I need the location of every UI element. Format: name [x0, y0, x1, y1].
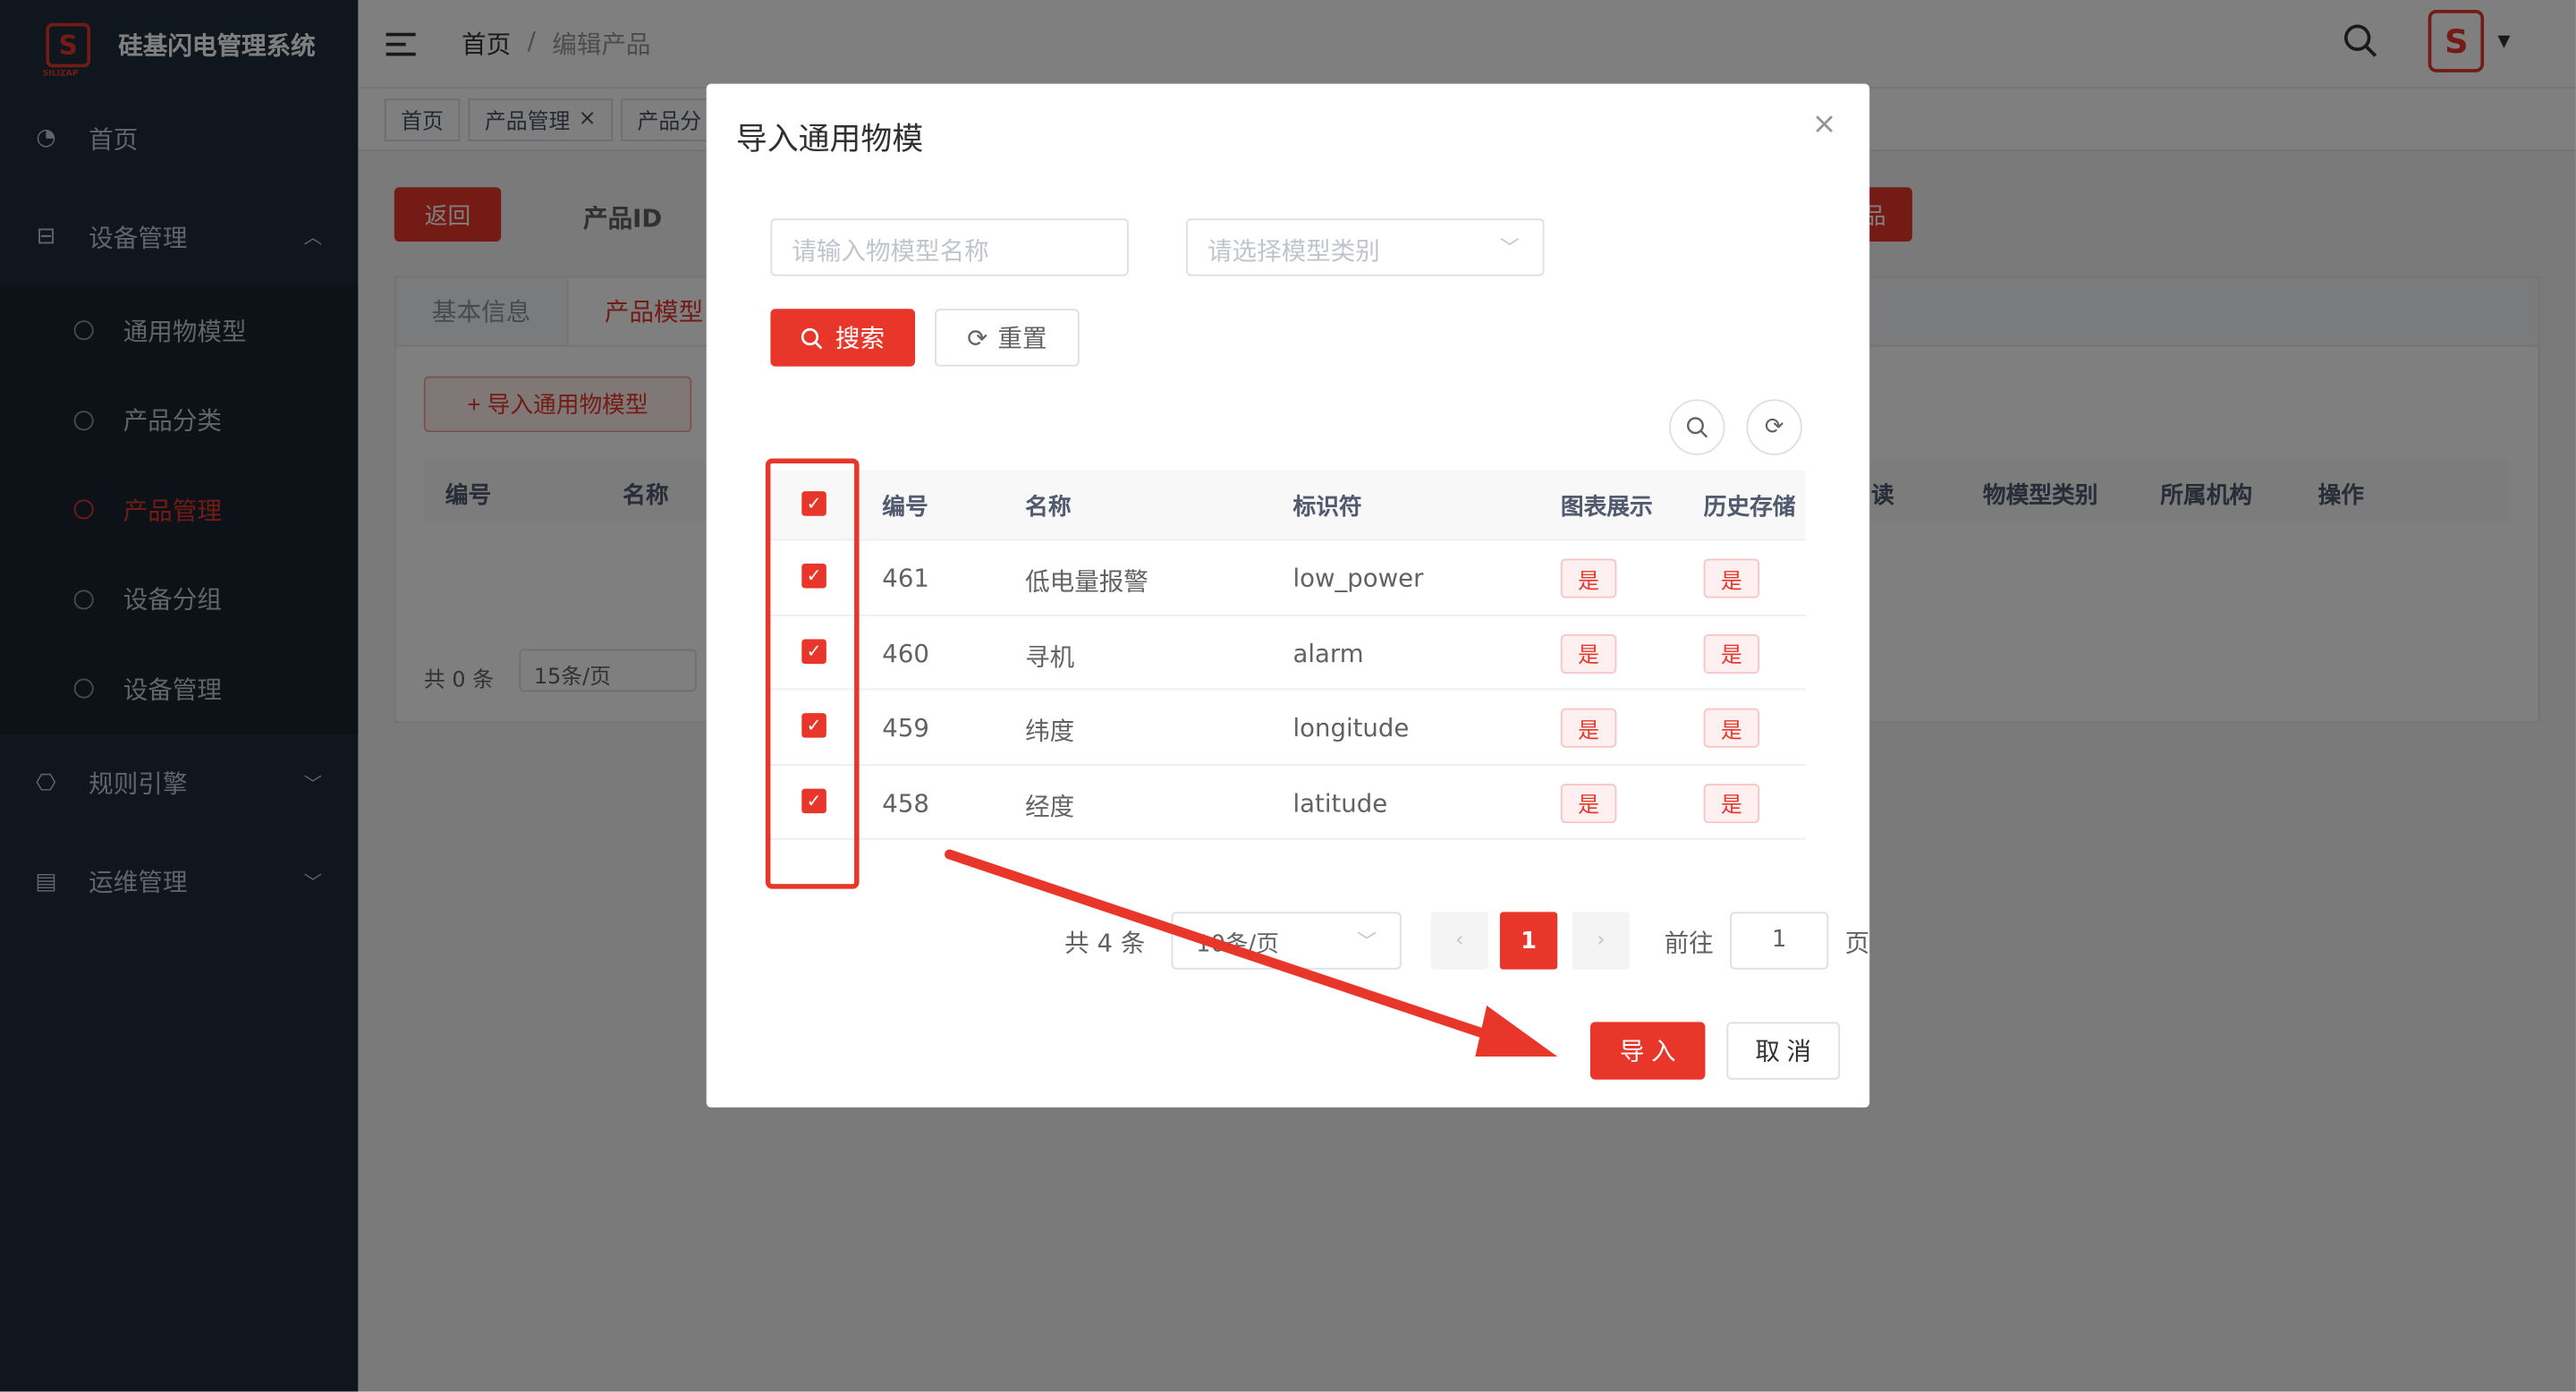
table-header: ✓ 编号 名称 标识符 图表展示 历史存储: [770, 470, 1806, 541]
cell-name: 经度: [1025, 791, 1075, 821]
page-size-select[interactable]: 10条/页 ﹀: [1171, 912, 1402, 970]
column-header: 标识符: [1292, 494, 1362, 522]
cell-name: 寻机: [1025, 641, 1075, 672]
checkbox-highlight-annotation: [765, 458, 860, 889]
chart-badge: 是: [1560, 633, 1617, 674]
model-type-select[interactable]: 请选择模型类别 ﹀: [1186, 218, 1545, 276]
chart-badge: 是: [1560, 783, 1617, 823]
table-row[interactable]: ✓ 460 寻机 alarm 是 是: [770, 615, 1806, 691]
column-header: 名称: [1025, 494, 1072, 522]
import-model-dialog: 导入通用物模 × 请输入物模型名称 请选择模型类别 ﹀ 搜索 ⟳ 重置 ⟳ ✓ …: [706, 83, 1870, 1108]
page-number-current[interactable]: 1: [1499, 912, 1558, 970]
column-header: 编号: [882, 494, 928, 522]
close-icon[interactable]: ×: [1812, 106, 1837, 141]
page-size-value: 10条/页: [1196, 931, 1279, 958]
cell-identifier: longitude: [1292, 713, 1410, 743]
page-suffix: 页: [1844, 928, 1870, 958]
reset-button-label: 重置: [997, 325, 1047, 353]
dialog-title: 导入通用物模: [735, 121, 924, 158]
pagination-total: 共 4 条: [1064, 928, 1146, 958]
column-header: 历史存储: [1703, 494, 1796, 522]
cell-name: 纬度: [1025, 716, 1075, 746]
reset-button[interactable]: ⟳ 重置: [935, 309, 1080, 367]
page-root: SSILIZAP 硅基闪电管理系统 ◔ 首页 ⊟ 设备管理 ︿ 通用物模型 产品…: [0, 0, 2576, 1392]
table-row[interactable]: ✓ 461 低电量报警 low_power 是 是: [770, 540, 1806, 615]
goto-label: 前往: [1664, 928, 1714, 958]
history-badge: 是: [1703, 708, 1760, 748]
table-row[interactable]: ✓ 458 经度 latitude 是 是: [770, 765, 1806, 840]
refresh-icon: ⟳: [967, 324, 988, 352]
chevron-down-icon: ﹀: [1357, 929, 1377, 954]
table-row[interactable]: ✓ 459 纬度 longitude 是 是: [770, 690, 1806, 765]
cell-identifier: alarm: [1292, 638, 1364, 668]
chart-badge: 是: [1560, 708, 1617, 748]
cell-identifier: low_power: [1292, 563, 1424, 594]
goto-page-input[interactable]: 1: [1730, 912, 1829, 970]
model-name-input[interactable]: 请输入物模型名称: [770, 218, 1129, 276]
column-header: 图表展示: [1560, 494, 1653, 522]
cell-name: 低电量报警: [1025, 566, 1148, 597]
cell-identifier: latitude: [1292, 787, 1388, 818]
cell-id: 460: [882, 638, 929, 668]
search-button[interactable]: 搜索: [770, 309, 916, 367]
cancel-button[interactable]: 取 消: [1726, 1022, 1841, 1080]
cell-id: 458: [882, 787, 929, 818]
select-placeholder: 请选择模型类别: [1207, 236, 1380, 267]
prev-page-button[interactable]: ‹: [1430, 912, 1489, 970]
search-icon: [801, 327, 824, 349]
history-badge: 是: [1703, 783, 1760, 823]
search-button-label: 搜索: [835, 325, 886, 353]
cell-id: 459: [882, 713, 929, 743]
import-confirm-button[interactable]: 导 入: [1589, 1022, 1706, 1080]
next-page-button[interactable]: ›: [1572, 912, 1631, 970]
toggle-search-icon[interactable]: [1669, 399, 1725, 455]
history-badge: 是: [1703, 558, 1760, 598]
refresh-icon[interactable]: ⟳: [1746, 399, 1802, 455]
chart-badge: 是: [1560, 558, 1617, 598]
chevron-down-icon: ﹀: [1499, 236, 1520, 260]
cell-id: 461: [882, 563, 929, 594]
history-badge: 是: [1703, 633, 1760, 674]
model-table: ✓ 编号 名称 标识符 图表展示 历史存储 ✓ 461 低电量报警 low_po…: [770, 470, 1806, 840]
